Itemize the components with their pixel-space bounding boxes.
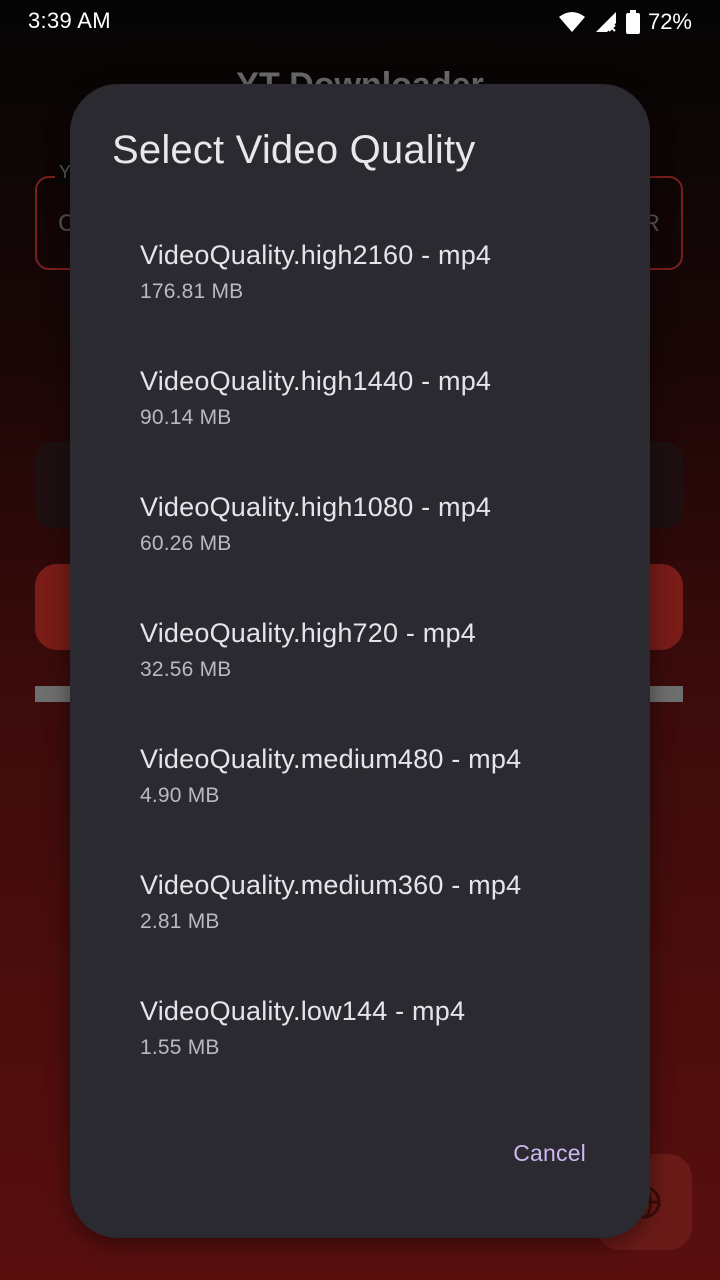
signal-no-service-icon: [595, 12, 616, 32]
quality-option-size: 32.56 MB: [140, 658, 232, 681]
cancel-button[interactable]: Cancel: [513, 1140, 586, 1167]
quality-option[interactable]: VideoQuality.high2160 - mp4 176.81 MB: [70, 212, 650, 338]
quality-option-label: VideoQuality.medium480 - mp4: [140, 744, 522, 774]
quality-option-label: VideoQuality.high1080 - mp4: [140, 492, 492, 522]
quality-dialog: Select Video Quality VideoQuality.high21…: [70, 84, 650, 1238]
quality-option[interactable]: VideoQuality.medium480 - mp4 4.90 MB: [70, 716, 650, 842]
quality-option-label: VideoQuality.low144 - mp4: [140, 996, 466, 1026]
quality-option-label: VideoQuality.high2160 - mp4: [140, 240, 492, 270]
quality-option-size: 4.90 MB: [140, 784, 220, 807]
quality-option-label: VideoQuality.high720 - mp4: [140, 618, 476, 648]
quality-option[interactable]: VideoQuality.high1080 - mp4 60.26 MB: [70, 464, 650, 590]
quality-option-label: VideoQuality.medium360 - mp4: [140, 870, 522, 900]
quality-option[interactable]: VideoQuality.high720 - mp4 32.56 MB: [70, 590, 650, 716]
wifi-icon: [558, 12, 585, 32]
quality-option[interactable]: VideoQuality.high1440 - mp4 90.14 MB: [70, 338, 650, 464]
battery-icon: [625, 10, 640, 34]
status-time: 3:39 AM: [28, 8, 111, 33]
quality-option-size: 90.14 MB: [140, 406, 232, 429]
status-icons: 72%: [558, 8, 692, 36]
quality-option[interactable]: VideoQuality.low144 - mp4 1.55 MB: [70, 968, 650, 1094]
quality-option-list: VideoQuality.high2160 - mp4 176.81 MB Vi…: [70, 212, 650, 1094]
quality-option-label: VideoQuality.high1440 - mp4: [140, 366, 492, 396]
quality-option-size: 60.26 MB: [140, 532, 232, 555]
quality-option-size: 1.55 MB: [140, 1036, 220, 1059]
status-bar: 3:39 AM 72%: [0, 0, 720, 44]
quality-option-size: 176.81 MB: [140, 280, 244, 303]
quality-option-size: 2.81 MB: [140, 910, 220, 933]
quality-option[interactable]: VideoQuality.medium360 - mp4 2.81 MB: [70, 842, 650, 968]
battery-percentage: 72%: [647, 9, 692, 34]
dialog-title: Select Video Quality: [112, 128, 476, 172]
